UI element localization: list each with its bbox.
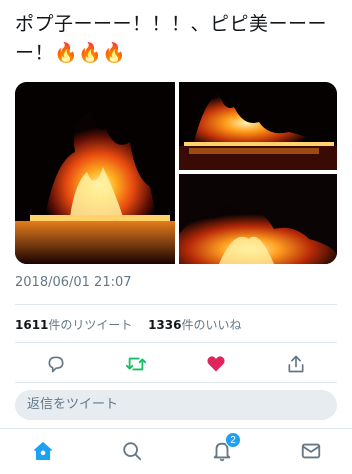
divider [15,304,337,305]
likes-stat[interactable]: 1336件のいいね [148,318,241,332]
reply-button[interactable] [43,352,69,376]
retweet-icon [126,357,146,371]
media-photo-2[interactable] [179,82,337,170]
retweet-button[interactable] [123,352,149,376]
notification-badge: 2 [225,432,241,448]
share-icon [288,355,304,373]
retweets-count: 1611 [15,318,49,332]
mail-icon [301,443,321,459]
tweet-actions [0,350,352,378]
tweet-text: ポプ子ーーー！！！、ピピ美ーーーー！🔥🔥🔥 [15,13,328,64]
comment-icon [48,356,64,373]
media-grid [15,82,337,264]
retweets-label: 件のリツイート [48,318,133,332]
media-photo-1[interactable] [15,82,175,264]
tabbar-divider [0,428,352,429]
search-icon [123,442,142,461]
reply-input[interactable]: 返信をツイート [15,390,337,420]
share-button[interactable] [283,352,309,376]
like-button[interactable] [203,352,229,376]
likes-count: 1336 [148,318,182,332]
heart-icon [207,356,225,372]
divider [15,382,337,383]
divider [15,342,337,343]
tab-notifications[interactable]: 2 [207,432,241,466]
likes-label: 件のいいね [181,318,242,332]
tab-search[interactable] [117,436,147,466]
tweet-timestamp: 2018/06/01 21:07 [15,275,132,290]
home-icon [34,442,52,460]
tab-messages[interactable] [296,436,326,466]
tweet-stats: 1611件のリツイート 1336件のいいね [15,316,242,333]
tab-home[interactable] [28,436,58,466]
media-photo-3[interactable] [179,174,337,264]
retweets-stat[interactable]: 1611件のリツイート [15,318,136,332]
